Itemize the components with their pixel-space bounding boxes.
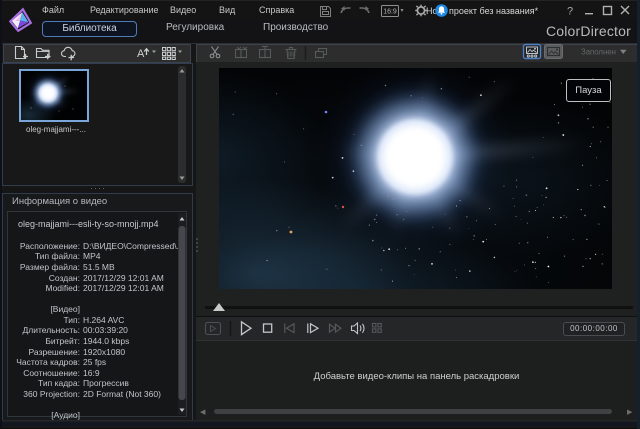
svg-text:Заполнен: Заполнен [581, 48, 616, 57]
svg-text:?: ? [567, 6, 573, 18]
svg-text:A: A [137, 48, 145, 60]
svg-text:проект без названия*: проект без названия* [449, 6, 539, 16]
svg-text:16:9: 16:9 [383, 9, 397, 16]
